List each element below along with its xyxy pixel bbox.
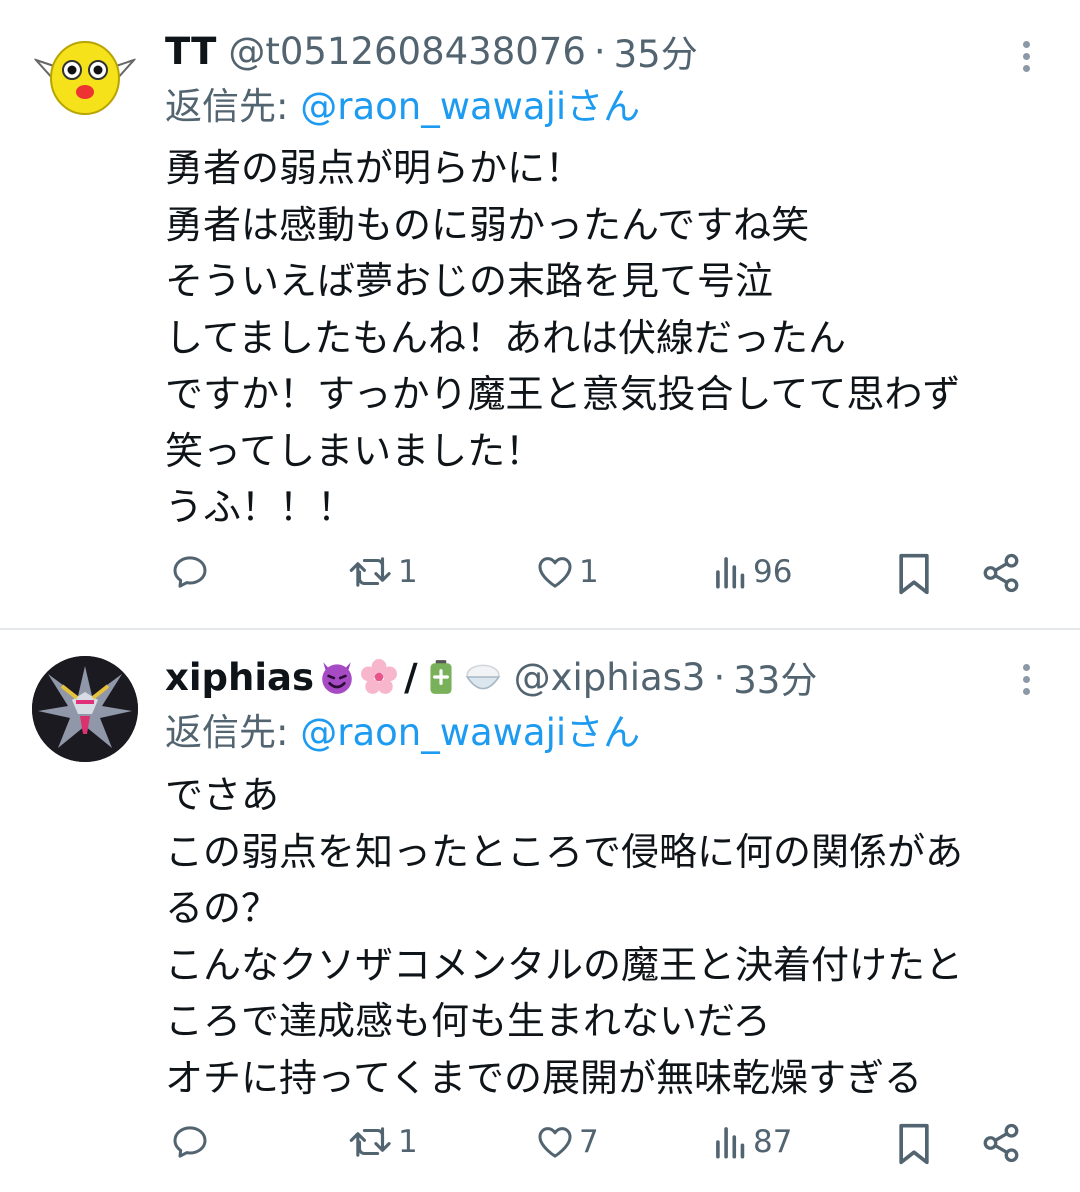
heart-icon bbox=[538, 557, 572, 588]
tweet-text: 勇者の弱点が明らかに！ 勇者は感動ものに弱かったんですね笑 そういえば夢おじの末… bbox=[165, 146, 961, 529]
reply-to-link[interactable]: @raon_wawaji bbox=[300, 85, 566, 128]
reply-prefix: 返信先: bbox=[165, 711, 301, 754]
views-icon bbox=[716, 1127, 745, 1159]
reply-button[interactable] bbox=[170, 552, 210, 592]
like-button[interactable]: 7 bbox=[535, 1122, 599, 1162]
retweet-icon bbox=[349, 1127, 391, 1157]
more-options-icon[interactable] bbox=[1014, 664, 1038, 700]
like-count: 7 bbox=[579, 1124, 599, 1160]
avatar-image bbox=[32, 656, 138, 762]
reply-suffix: さん bbox=[566, 85, 641, 128]
bookmark-button[interactable] bbox=[895, 1122, 933, 1166]
timestamp[interactable]: 35分 bbox=[614, 24, 698, 78]
share-button[interactable] bbox=[980, 552, 1022, 594]
reply-prefix: 返信先: bbox=[165, 85, 301, 128]
retweet-button[interactable]: 1 bbox=[348, 552, 418, 592]
bookmark-icon bbox=[899, 1123, 929, 1165]
user-handle[interactable]: @xiphias3 bbox=[514, 656, 706, 699]
retweet-count: 1 bbox=[398, 1124, 418, 1160]
rice-emoji-icon bbox=[465, 664, 500, 690]
separator-dot: · bbox=[713, 655, 726, 699]
timestamp[interactable]: 33分 bbox=[733, 650, 817, 704]
bookmark-icon bbox=[899, 553, 929, 595]
avatar[interactable] bbox=[32, 656, 138, 762]
view-count: 87 bbox=[753, 1124, 793, 1160]
action-bar: 1 7 87 bbox=[0, 1122, 1080, 1172]
cherry-blossom-emoji-icon bbox=[361, 659, 398, 694]
reply-to-link[interactable]: @raon_wawaji bbox=[300, 711, 566, 754]
devil-emoji-icon bbox=[322, 662, 352, 694]
like-count: 1 bbox=[579, 554, 599, 590]
name-slash: / bbox=[404, 655, 418, 699]
reply-context: 返信先: @raon_wawajiさん bbox=[165, 82, 640, 132]
battery-emoji-icon bbox=[430, 660, 452, 694]
avatar-image bbox=[32, 41, 138, 115]
view-count: 96 bbox=[753, 554, 793, 590]
bookmark-button[interactable] bbox=[895, 552, 933, 596]
retweet-count: 1 bbox=[398, 554, 418, 590]
reply-suffix: さん bbox=[566, 711, 641, 754]
tweet-divider bbox=[0, 628, 1080, 630]
heart-icon bbox=[538, 1127, 572, 1158]
display-name[interactable]: xiphias bbox=[165, 656, 314, 699]
share-icon bbox=[983, 553, 1019, 593]
views-button[interactable]: 87 bbox=[713, 1122, 792, 1162]
share-icon bbox=[983, 1123, 1019, 1163]
retweet-icon bbox=[349, 557, 391, 587]
user-handle[interactable]: @t0512608438076 bbox=[228, 30, 586, 73]
display-name[interactable]: TT bbox=[165, 30, 216, 73]
avatar[interactable] bbox=[32, 22, 138, 128]
retweet-button[interactable]: 1 bbox=[348, 1122, 418, 1162]
views-button[interactable]: 96 bbox=[713, 552, 792, 592]
reply-button[interactable] bbox=[170, 1122, 210, 1162]
more-options-icon[interactable] bbox=[1014, 41, 1038, 77]
reply-icon bbox=[173, 1126, 207, 1158]
tweet-text: でさあ この弱点を知ったところで侵略に何の関係があ るの？ こんなクソザコメンタ… bbox=[165, 773, 964, 1100]
separator-dot: · bbox=[593, 29, 606, 73]
share-button[interactable] bbox=[980, 1122, 1022, 1164]
reply-context: 返信先: @raon_wawajiさん bbox=[165, 708, 640, 758]
like-button[interactable]: 1 bbox=[535, 552, 599, 592]
reply-icon bbox=[173, 556, 207, 588]
action-bar: 1 1 96 bbox=[0, 552, 1080, 602]
views-icon bbox=[716, 557, 745, 589]
